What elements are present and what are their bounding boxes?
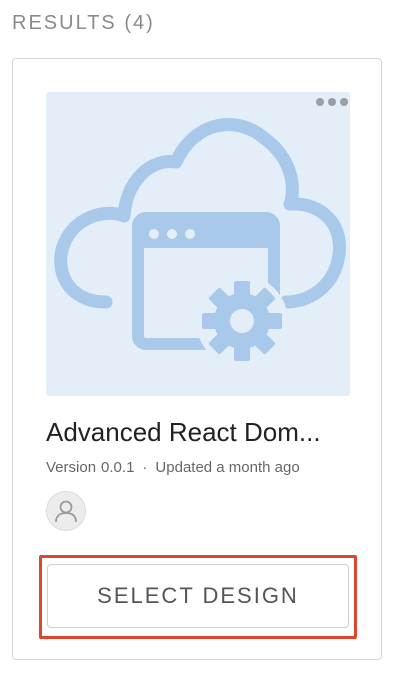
more-horizontal-icon[interactable] (312, 92, 350, 112)
design-thumbnail[interactable] (46, 92, 350, 396)
design-card: Advanced React Dom... Version 0.0.1 · Up… (12, 58, 382, 660)
version-label: Version (46, 459, 97, 476)
select-design-highlight: SELECT DESIGN (39, 555, 357, 639)
cloud-window-gear-icon (54, 118, 346, 367)
user-avatar-icon[interactable] (46, 491, 86, 531)
meta-separator: · (142, 459, 148, 476)
design-meta: Version 0.0.1 · Updated a month ago (46, 459, 300, 476)
design-title[interactable]: Advanced React Dom... (46, 417, 356, 448)
results-heading: RESULTS (4) (12, 12, 155, 34)
select-design-button[interactable]: SELECT DESIGN (47, 564, 349, 628)
updated-text: Updated a month ago (155, 459, 300, 476)
version-value: 0.0.1 (101, 459, 135, 476)
